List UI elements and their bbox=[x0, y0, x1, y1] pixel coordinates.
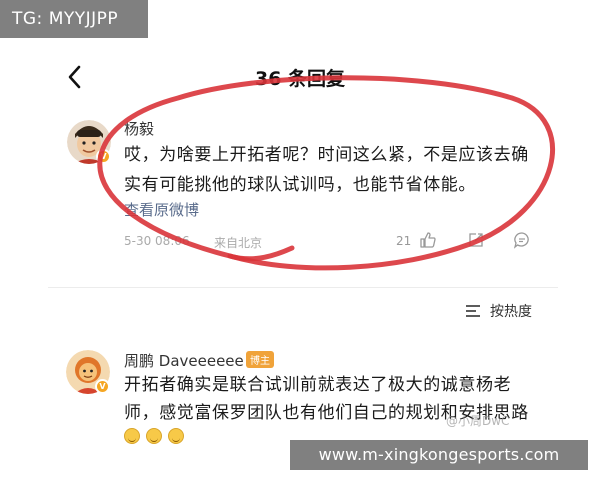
site-watermark-banner: www.m-xingkongesports.com bbox=[290, 440, 588, 470]
thumbs-up-icon[interactable] bbox=[419, 231, 437, 249]
host-badge: 博主 bbox=[246, 351, 274, 368]
verified-badge-icon: V bbox=[96, 149, 111, 164]
comment-timestamp: 5-30 08:06 bbox=[124, 234, 190, 248]
tg-watermark-badge: TG: MYYJJPP bbox=[0, 0, 148, 38]
sort-label: 按热度 bbox=[490, 304, 532, 320]
like-count: 21 bbox=[396, 234, 412, 248]
emoji-icon bbox=[168, 428, 184, 444]
sort-icon bbox=[466, 305, 480, 317]
emoji-icon bbox=[146, 428, 162, 444]
share-icon[interactable] bbox=[467, 231, 485, 249]
comment-text-line: 实有可能挑他的球队试训吗，也能节省体能。 bbox=[124, 175, 476, 195]
comment-author[interactable]: 周鹏 Daveeeeee bbox=[124, 350, 244, 371]
verified-badge-icon: V bbox=[95, 379, 110, 394]
reply-header: 36 条回复 bbox=[0, 58, 600, 98]
comment-text-line: 开拓者确实是联合试训前就表达了极大的诚意杨老 bbox=[124, 375, 512, 395]
page-title: 36 条回复 bbox=[254, 68, 346, 90]
view-original-link[interactable]: 查看原微博 bbox=[124, 199, 199, 220]
comment-author[interactable]: 杨毅 bbox=[124, 118, 154, 139]
comment-location: 来自北京 bbox=[214, 236, 263, 250]
author-watermark: @小周DwC bbox=[446, 414, 510, 428]
emoji-icon bbox=[124, 428, 140, 444]
divider bbox=[48, 287, 558, 288]
comment-icon[interactable] bbox=[513, 231, 531, 249]
comment-text-line: 哎，为啥要上开拓者呢？时间这么紧，不是应该去确 bbox=[124, 145, 529, 165]
